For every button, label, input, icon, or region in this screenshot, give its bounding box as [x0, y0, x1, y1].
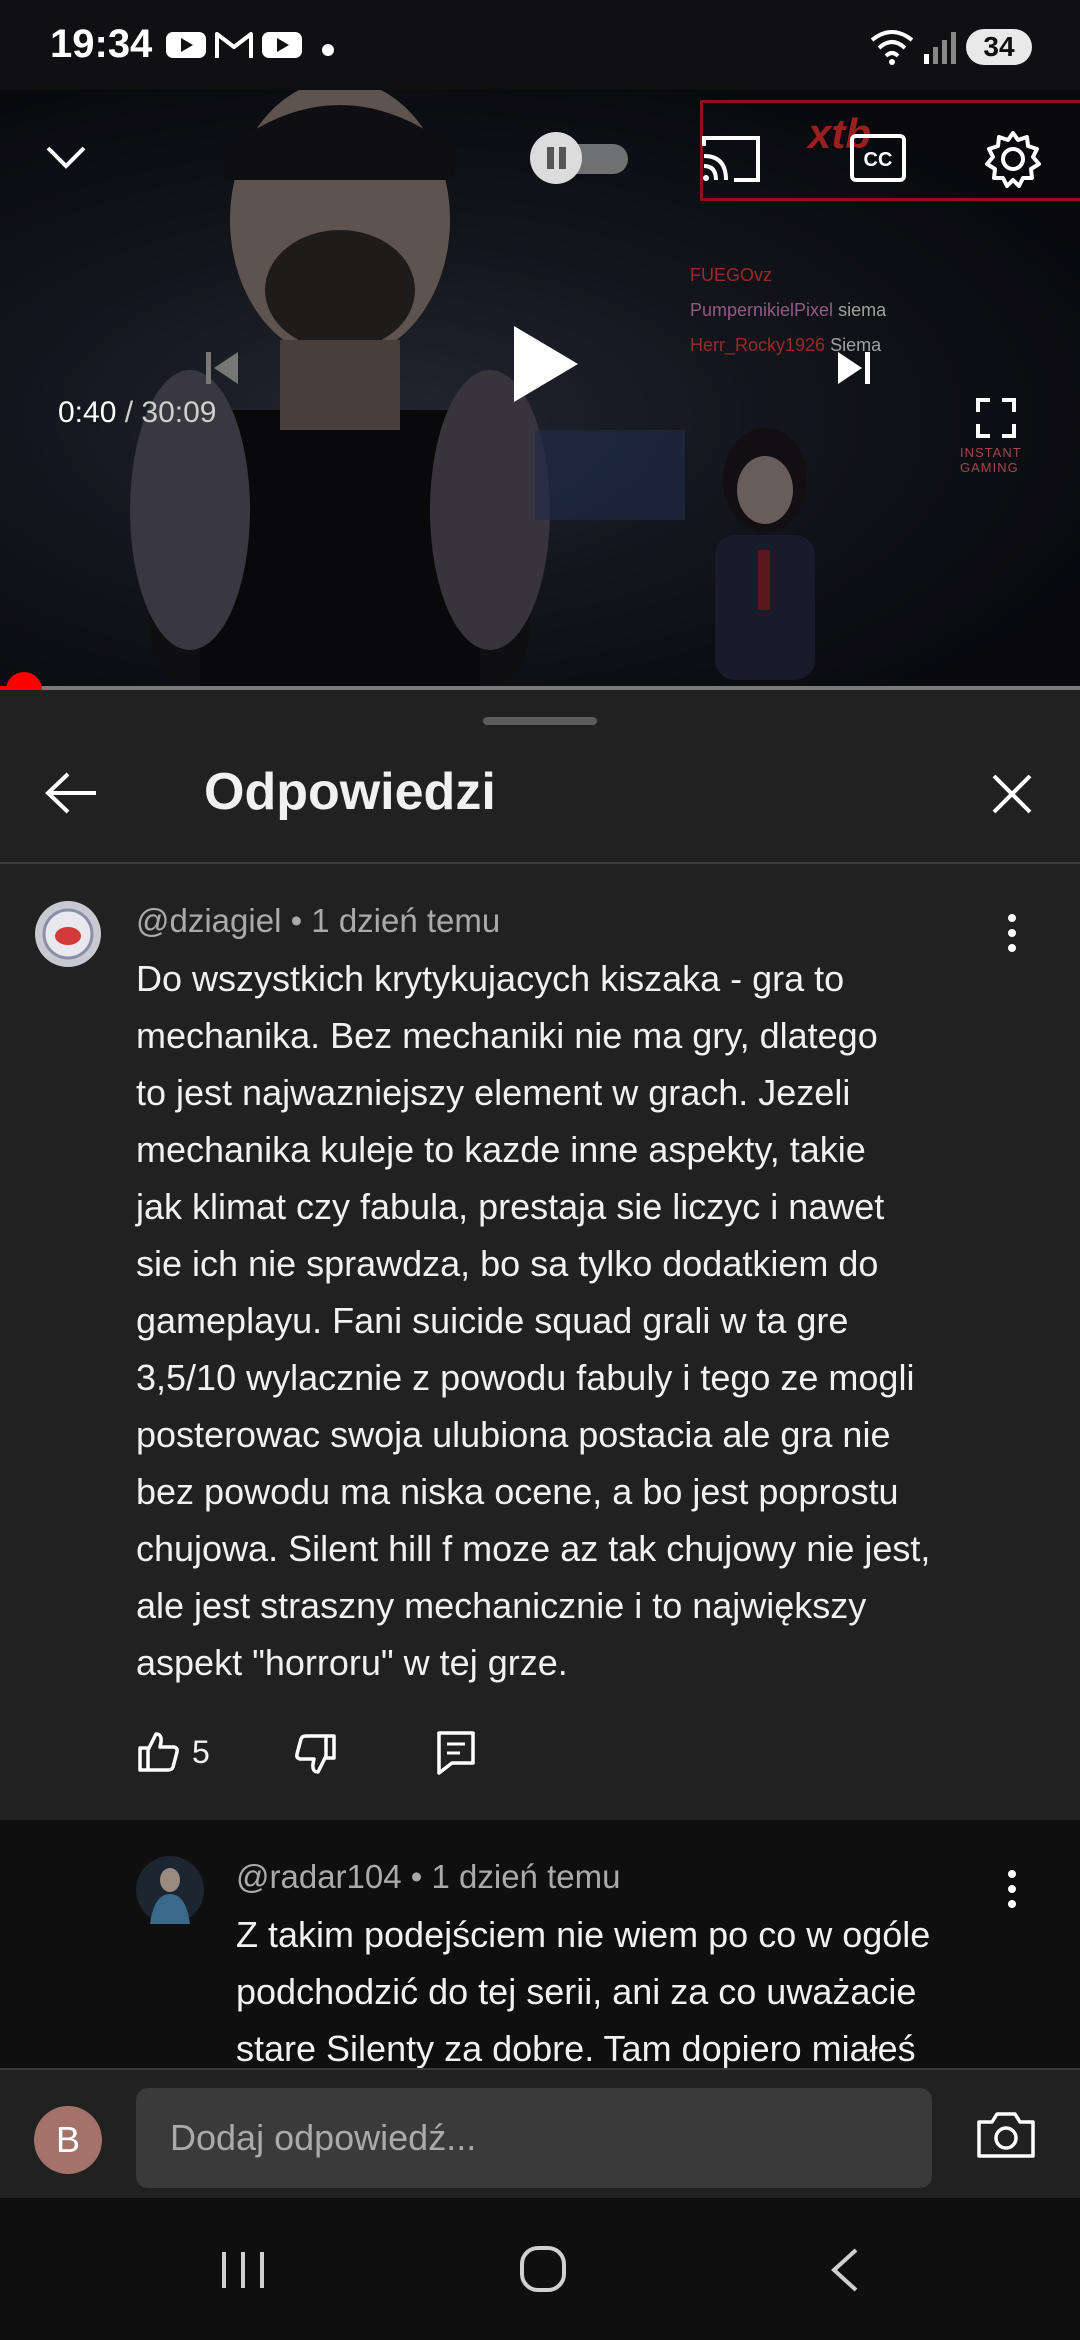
user-avatar[interactable]: B	[34, 2106, 102, 2174]
comment-line: Z takim podejściem nie wiem po co w ogól…	[236, 1914, 931, 1955]
reply-input[interactable]	[136, 2088, 932, 2188]
comment-line: Do wszystkich krytykujacych kiszaka - gr…	[136, 958, 845, 999]
like-icon[interactable]	[136, 1730, 180, 1774]
comment-time: 1 dzień temu	[431, 1858, 621, 1895]
next-video-icon[interactable]	[832, 346, 876, 390]
comment-text: Z takim podejściem nie wiem po co w ogól…	[236, 1906, 1056, 2068]
status-time: 19:34	[50, 22, 153, 66]
comment-text: Do wszystkich krytykujacych kiszaka - gr…	[136, 950, 1036, 1691]
svg-text:CC: CC	[864, 149, 893, 171]
comment-line: jak klimat czy fabula, prestaja sie licz…	[136, 1186, 885, 1227]
captions-icon[interactable]: CC	[850, 134, 906, 182]
dot-icon	[322, 44, 334, 56]
sheet-title: Odpowiedzi	[204, 763, 496, 821]
back-arrow-icon[interactable]	[44, 770, 98, 816]
comment-author[interactable]: @dziagiel	[136, 902, 281, 939]
more-options-icon[interactable]	[1000, 912, 1024, 954]
home-icon[interactable]	[518, 2244, 568, 2294]
signal-icon	[924, 32, 956, 64]
chevron-down-icon[interactable]	[44, 142, 88, 172]
cast-icon[interactable]	[700, 134, 762, 184]
meta-separator: •	[401, 1858, 432, 1895]
more-options-icon[interactable]	[1000, 1868, 1024, 1910]
video-player[interactable]: xtb INSTANT GAMING FUEGOvz PumpernikielP…	[0, 90, 1080, 688]
reply-comment-icon[interactable]	[436, 1730, 476, 1776]
close-icon[interactable]	[990, 772, 1034, 816]
meta-separator: •	[281, 902, 312, 939]
fullscreen-icon[interactable]	[976, 398, 1016, 438]
comment-line: to jest najwazniejszy element w grach. J…	[136, 1072, 851, 1113]
avatar[interactable]	[136, 1856, 204, 1924]
battery-indicator: 34	[966, 29, 1032, 65]
like-count: 5	[192, 1734, 210, 1770]
duration: 30:09	[141, 396, 217, 429]
previous-video-icon[interactable]	[200, 346, 244, 390]
play-icon[interactable]	[506, 322, 582, 406]
comment-author[interactable]: @radar104	[236, 1858, 402, 1895]
time-separator: /	[116, 396, 142, 429]
status-bar: 19:34 34	[0, 0, 1080, 90]
camera-icon[interactable]	[976, 2110, 1036, 2160]
parent-comment: @dziagiel • 1 dzień temu Do wszystkich k…	[0, 864, 1080, 1820]
comment-meta: @dziagiel • 1 dzień temu	[136, 902, 500, 940]
comment-line: posterowac swoja ulubiona postacia ale g…	[136, 1414, 891, 1455]
autoplay-toggle[interactable]	[528, 130, 632, 186]
time-display: 0:40 / 30:09	[58, 396, 216, 430]
gmail-icon	[215, 32, 253, 58]
comment-line: mechanika kuleje to kazde inne aspekty, …	[136, 1129, 866, 1170]
youtube-icon	[166, 32, 206, 58]
avatar[interactable]	[34, 900, 102, 968]
comment-line: mechanika. Bez mechaniki nie ma gry, dla…	[136, 1015, 878, 1056]
comment-line: stare Silenty za dobre. Tam dopiero miał…	[236, 2028, 916, 2068]
comment-line: gameplayu. Fani suicide squad grali w ta…	[136, 1300, 849, 1341]
current-time: 0:40	[58, 396, 117, 429]
comment-meta: @radar104 • 1 dzień temu	[236, 1858, 620, 1896]
sheet-drag-handle[interactable]	[483, 717, 597, 725]
dislike-icon[interactable]	[294, 1732, 338, 1776]
comment-line: chujowa. Silent hill f moze az tak chujo…	[136, 1528, 931, 1569]
comment-line: podchodzić do tej serii, ani za co uważa…	[236, 1971, 917, 2012]
comment-time: 1 dzień temu	[311, 902, 501, 939]
comment-line: bez powodu ma niska ocene, a bo jest pop…	[136, 1471, 899, 1512]
wifi-icon	[870, 30, 914, 65]
system-nav-bar	[0, 2198, 1080, 2340]
comment-line: ale jest straszny mechanicznie i to najw…	[136, 1585, 867, 1626]
comment-line: aspekt "horroru" w tej grze.	[136, 1642, 568, 1683]
comment-line: sie ich nie sprawdza, bo sa tylko dodatk…	[136, 1243, 879, 1284]
reply-comment: @radar104 • 1 dzień temu Z takim podejśc…	[0, 1820, 1080, 2068]
back-nav-icon[interactable]	[826, 2246, 866, 2294]
comment-line: 3,5/10 wylacznie z powodu fabuly i tego …	[136, 1357, 915, 1398]
youtube-icon	[262, 32, 302, 58]
settings-gear-icon[interactable]	[984, 130, 1042, 188]
recent-apps-icon[interactable]	[218, 2248, 268, 2292]
